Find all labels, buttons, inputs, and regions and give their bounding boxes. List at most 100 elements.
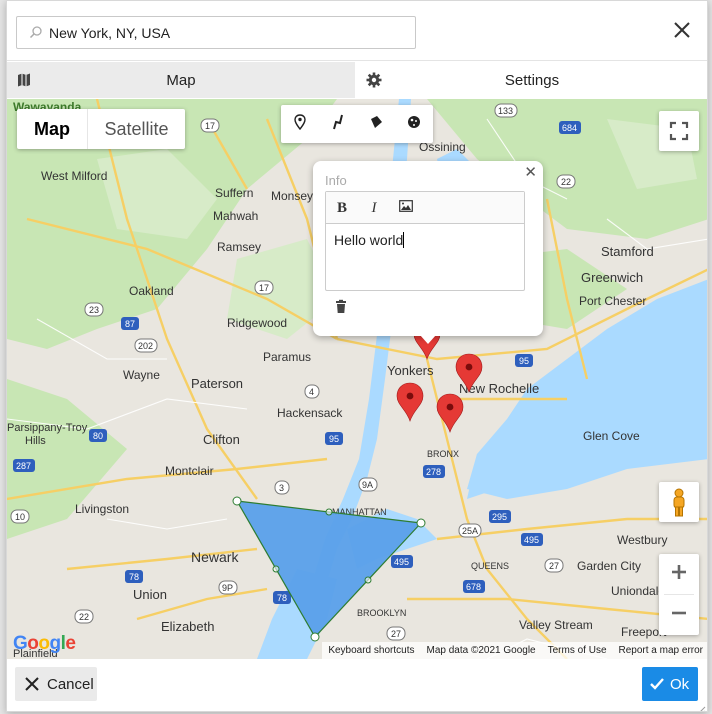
svg-text:BRONX: BRONX <box>427 449 459 459</box>
text-caret <box>403 232 405 248</box>
report-error-link[interactable]: Report a map error <box>619 645 703 656</box>
svg-text:17: 17 <box>205 121 215 131</box>
search-input[interactable] <box>49 23 409 43</box>
svg-text:Livingston: Livingston <box>75 502 129 516</box>
drawing-toolbar <box>281 105 433 143</box>
svg-text:Westbury: Westbury <box>617 533 667 547</box>
map-type-map-button[interactable]: Map <box>17 109 87 149</box>
svg-text:9A: 9A <box>362 480 373 490</box>
fullscreen-button[interactable] <box>659 111 699 151</box>
svg-text:Garden City: Garden City <box>577 559 641 573</box>
svg-text:9P: 9P <box>222 583 233 593</box>
svg-text:Mahwah: Mahwah <box>213 209 258 223</box>
terms-link[interactable]: Terms of Use <box>548 645 607 656</box>
svg-text:Monsey: Monsey <box>271 189 313 203</box>
svg-text:287: 287 <box>16 461 31 471</box>
svg-text:80: 80 <box>93 431 103 441</box>
editor-content[interactable]: Hello world <box>326 224 524 256</box>
svg-text:278: 278 <box>426 467 441 477</box>
insert-image-button[interactable] <box>390 192 422 224</box>
svg-text:678: 678 <box>466 582 481 592</box>
svg-text:78: 78 <box>277 593 287 603</box>
cancel-label: Cancel <box>47 675 94 693</box>
map-canvas[interactable]: Wawayanda West Milford Suffern Monsey Ma… <box>7 99 707 659</box>
zoom-in-button[interactable] <box>659 554 699 594</box>
svg-text:Hackensack: Hackensack <box>277 406 343 420</box>
tab-settings[interactable]: Settings <box>355 62 707 98</box>
marker-icon <box>293 113 307 135</box>
fullscreen-icon <box>659 121 699 155</box>
keyboard-shortcuts-link[interactable]: Keyboard shortcuts <box>328 645 414 656</box>
svg-text:Wayne: Wayne <box>123 368 160 382</box>
svg-text:22: 22 <box>561 177 571 187</box>
draw-polyline-button[interactable] <box>319 105 357 143</box>
svg-text:17: 17 <box>259 283 269 293</box>
svg-text:Montclair: Montclair <box>165 464 214 478</box>
dialog-header <box>7 1 707 61</box>
gear-icon <box>366 72 382 88</box>
svg-text:684: 684 <box>562 123 577 133</box>
circle-icon <box>407 115 421 134</box>
street-view-button[interactable] <box>659 482 699 522</box>
polygon-icon <box>369 114 383 135</box>
italic-button[interactable]: I <box>358 192 390 224</box>
bold-button[interactable]: B <box>326 192 358 224</box>
svg-text:QUEENS: QUEENS <box>471 561 509 571</box>
info-window-title: Info <box>325 173 347 188</box>
close-icon[interactable] <box>671 19 693 41</box>
svg-text:133: 133 <box>498 106 513 116</box>
svg-text:Paterson: Paterson <box>191 376 243 391</box>
svg-text:Parsippany-Troy: Parsippany-Troy <box>7 422 88 434</box>
svg-text:95: 95 <box>519 356 529 366</box>
svg-text:West Milford: West Milford <box>41 169 107 183</box>
info-window: Info ✕ B I Hello world <box>313 161 543 344</box>
svg-text:Paramus: Paramus <box>263 350 311 364</box>
svg-text:Union: Union <box>133 587 167 602</box>
draw-circle-button[interactable] <box>395 105 433 143</box>
svg-text:Yonkers: Yonkers <box>387 363 434 378</box>
svg-text:Hills: Hills <box>25 435 46 447</box>
resize-handle-icon[interactable] <box>696 702 706 711</box>
google-logo: Google <box>13 633 76 654</box>
map-type-satellite-button[interactable]: Satellite <box>87 109 185 149</box>
svg-text:27: 27 <box>549 561 559 571</box>
delete-icon[interactable] <box>333 299 349 315</box>
svg-text:Ridgewood: Ridgewood <box>227 316 287 330</box>
search-box[interactable] <box>16 16 416 49</box>
svg-text:25A: 25A <box>462 526 478 536</box>
rich-text-editor: B I Hello world <box>325 191 525 291</box>
svg-text:10: 10 <box>15 512 25 522</box>
info-close-icon[interactable]: ✕ <box>524 163 537 181</box>
editor-text: Hello world <box>334 232 404 248</box>
svg-text:Suffern: Suffern <box>215 186 253 200</box>
tab-settings-label: Settings <box>504 71 560 89</box>
tab-bar: Map Settings <box>7 62 707 98</box>
svg-text:Greenwich: Greenwich <box>581 270 643 285</box>
svg-text:22: 22 <box>79 612 89 622</box>
svg-text:495: 495 <box>524 535 539 545</box>
tab-map[interactable]: Map <box>7 62 355 98</box>
editor-toolbar: B I <box>326 192 524 224</box>
svg-text:Newark: Newark <box>191 549 239 565</box>
svg-text:Glen Cove: Glen Cove <box>583 429 640 443</box>
draw-marker-button[interactable] <box>281 105 319 143</box>
zoom-out-button[interactable] <box>659 595 699 635</box>
ok-button[interactable]: Ok <box>642 667 698 701</box>
draw-polygon-button[interactable] <box>357 105 395 143</box>
map-type-control: Map Satellite <box>17 109 185 149</box>
map-dialog: Map Settings <box>6 0 708 712</box>
svg-text:Stamford: Stamford <box>601 244 654 259</box>
cancel-button[interactable]: Cancel <box>15 667 97 701</box>
svg-text:295: 295 <box>492 512 507 522</box>
dialog-footer: Cancel Ok <box>7 659 707 711</box>
svg-text:87: 87 <box>125 319 135 329</box>
tab-map-label: Map <box>166 71 196 89</box>
ok-label: Ok <box>670 675 690 693</box>
search-icon <box>29 25 43 39</box>
svg-text:BROOKLYN: BROOKLYN <box>357 608 406 618</box>
check-icon <box>650 677 664 691</box>
svg-text:95: 95 <box>329 434 339 444</box>
map-data-text: Map data ©2021 Google <box>426 645 536 656</box>
svg-text:78: 78 <box>129 572 139 582</box>
cancel-x-icon <box>25 677 39 691</box>
